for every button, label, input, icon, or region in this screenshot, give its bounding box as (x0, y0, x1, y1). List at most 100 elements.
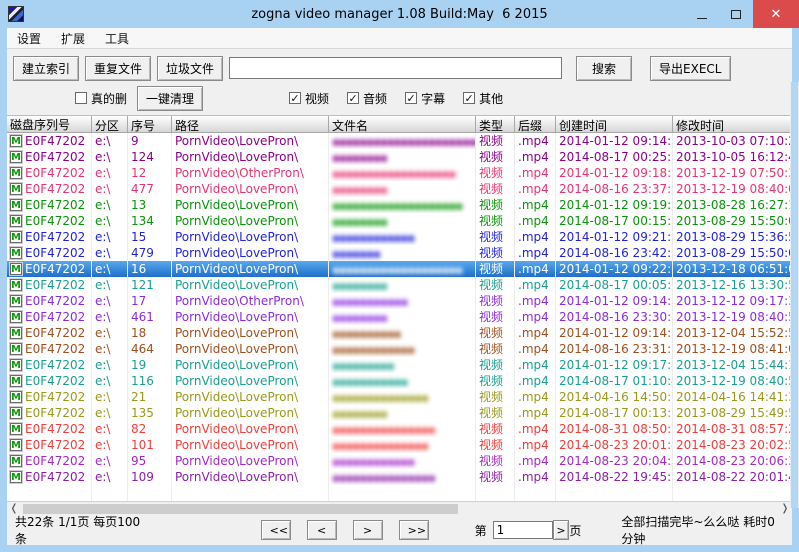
table-row[interactable]: ME0F47202e:\12PornVideo\OtherPron\●●●●●●… (7, 165, 792, 181)
menu-settings[interactable]: 设置 (7, 28, 51, 49)
table-row[interactable]: ME0F47202e:\21PornVideo\LovePron\●●●●●●●… (7, 389, 792, 405)
table-row[interactable]: ME0F47202e:\477PornVideo\LovePron\●●●●●●… (7, 181, 792, 197)
filter-checkbox-3[interactable]: ✓其他 (463, 90, 503, 107)
last-page-button[interactable]: >> (399, 520, 429, 540)
table-row[interactable]: ME0F47202e:\82PornVideo\LovePron\●●●●●●●… (7, 421, 792, 437)
maximize-button[interactable] (719, 0, 753, 28)
cell-filename-censored: ●●●●●●●●●●●●●●●●●● (329, 165, 476, 181)
cell-type: 视频 (476, 373, 515, 389)
cell-modified-time: 2013-08-29 15:50:00 (673, 213, 792, 229)
table-row[interactable]: ME0F47202e:\18PornVideo\LovePron\●●●●●●●… (7, 325, 792, 341)
cell-modified-time: 2013-12-19 08:40:04 (673, 181, 792, 197)
table-row[interactable]: ME0F47202e:\135PornVideo\LovePron\●●●●●●… (7, 405, 792, 421)
cell-disk-serial: E0F47202 (25, 453, 85, 469)
table-row[interactable]: ME0F47202e:\19PornVideo\LovePron\●●●●●●●… (7, 357, 792, 373)
cell-path: PornVideo\LovePron\ (172, 197, 329, 213)
cell-disk-serial: E0F47202 (25, 197, 85, 213)
cell-partition: e:\ (92, 405, 128, 421)
cell-disk-serial: E0F47202 (25, 373, 85, 389)
cell-disk-serial: E0F47202 (25, 149, 85, 165)
go-page-button[interactable]: > (553, 520, 570, 540)
col-created[interactable]: 创建时间 (556, 116, 673, 132)
col-disk-serial[interactable]: 磁盘序列号 (7, 116, 92, 132)
duplicate-files-button[interactable]: 重复文件 (85, 56, 151, 81)
cell-extension: .mp4 (515, 389, 556, 405)
table-row[interactable]: ME0F47202e:\479PornVideo\LovePron\●●●●●●… (7, 245, 792, 261)
prev-page-button[interactable]: < (307, 520, 337, 540)
table-row[interactable]: ME0F47202e:\95PornVideo\LovePron\●●●●●●●… (7, 453, 792, 469)
table-row[interactable]: ME0F47202e:\15PornVideo\LovePron\●●●●●●●… (7, 229, 792, 245)
cell-disk-serial: E0F47202 (25, 245, 85, 261)
record-count-text: 共22条 1/1页 每页100条 (15, 513, 141, 545)
cell-filename-censored: ●●●●●●●● (329, 213, 476, 229)
col-type[interactable]: 类型 (476, 116, 515, 132)
build-index-button[interactable]: 建立索引 (13, 56, 79, 81)
file-table: 磁盘序列号 分区 序号 路径 文件名 类型 后缀 创建时间 修改时间 ME0F4… (7, 115, 792, 501)
cell-disk-serial: E0F47202 (25, 421, 85, 437)
table-row[interactable]: ME0F47202e:\124PornVideo\LovePron\●●●●●●… (7, 149, 792, 165)
cell-number: 464 (128, 341, 172, 357)
checkbox-icon (75, 92, 87, 104)
table-row[interactable]: ME0F47202e:\9PornVideo\LovePron\●●●●●●●●… (7, 133, 792, 149)
really-delete-checkbox[interactable]: 真的删 (75, 90, 127, 107)
col-filename[interactable]: 文件名 (329, 116, 476, 132)
table-row[interactable]: ME0F47202e:\121PornVideo\LovePron\●●●●●●… (7, 277, 792, 293)
cell-type: 视频 (476, 389, 515, 405)
table-row[interactable]: ME0F47202e:\109PornVideo\LovePron\●●●●●●… (7, 469, 792, 485)
media-file-icon: M (10, 407, 22, 419)
vertical-scrollbar-thumb[interactable] (791, 82, 798, 508)
table-row[interactable]: ME0F47202e:\116PornVideo\LovePron\●●●●●●… (7, 373, 792, 389)
first-page-button[interactable]: << (261, 520, 291, 540)
filter-checkbox-0[interactable]: ✓视频 (289, 90, 329, 107)
col-number[interactable]: 序号 (128, 116, 172, 132)
table-row[interactable]: ME0F47202e:\134PornVideo\LovePron\●●●●●●… (7, 213, 792, 229)
cell-created-time: 2014-08-17 01:10:46 (556, 373, 673, 389)
cell-created-time: 2014-01-12 09:22:06 (556, 261, 673, 277)
cell-modified-time: 2014-08-31 08:57:21 (673, 421, 792, 437)
one-click-clean-button[interactable]: 一键清理 (137, 86, 203, 111)
cell-created-time: 2014-08-23 20:04:14 (556, 453, 673, 469)
cell-modified-time: 2014-08-23 20:02:52 (673, 437, 792, 453)
table-row[interactable]: ME0F47202e:\16PornVideo\LovePron\●●●●●●●… (7, 261, 792, 277)
close-button[interactable]: ✕ (753, 0, 799, 28)
search-button[interactable]: 搜索 (576, 56, 632, 81)
cell-created-time: 2014-08-17 00:13:30 (556, 405, 673, 421)
censored-blob: ●●●●●●●●● (332, 362, 394, 372)
cell-path: PornVideo\LovePron\ (172, 405, 329, 421)
table-row[interactable]: ME0F47202e:\13PornVideo\LovePron\●●●●●●●… (7, 197, 792, 213)
cell-path: PornVideo\LovePron\ (172, 309, 329, 325)
junk-files-button[interactable]: 垃圾文件 (157, 56, 223, 81)
menu-extensions[interactable]: 扩展 (51, 28, 95, 49)
censored-blob: ●●●●●●●●●●●●●●●●●●● (332, 266, 462, 276)
cell-type: 视频 (476, 405, 515, 421)
filter-label: 其他 (479, 90, 503, 107)
col-partition[interactable]: 分区 (92, 116, 128, 132)
cell-created-time: 2014-01-12 09:14:54 (556, 133, 673, 149)
cell-type: 视频 (476, 357, 515, 373)
col-path[interactable]: 路径 (172, 116, 329, 132)
filter-checkbox-2[interactable]: ✓字幕 (405, 90, 445, 107)
cell-type: 视频 (476, 181, 515, 197)
table-row[interactable]: ME0F47202e:\17PornVideo\OtherPron\●●●●●●… (7, 293, 792, 309)
cell-partition: e:\ (92, 149, 128, 165)
scrollbar-thumb[interactable] (23, 504, 458, 514)
menu-tools[interactable]: 工具 (95, 28, 139, 49)
table-row[interactable]: ME0F47202e:\101PornVideo\LovePron\●●●●●●… (7, 437, 792, 453)
cell-type: 视频 (476, 133, 515, 149)
table-row[interactable]: ME0F47202e:\464PornVideo\LovePron\●●●●●●… (7, 341, 792, 357)
minimize-button[interactable] (685, 0, 719, 28)
title-bar[interactable]: zogna video manager 1.08 Build:May 6 201… (0, 0, 799, 28)
table-row[interactable]: ME0F47202e:\461PornVideo\LovePron\●●●●●●… (7, 309, 792, 325)
col-extension[interactable]: 后缀 (515, 116, 556, 132)
page-number-input[interactable] (493, 521, 553, 539)
cell-number: 16 (128, 261, 172, 277)
vertical-scrollbar[interactable] (790, 82, 799, 508)
next-page-button[interactable]: > (353, 520, 383, 540)
col-modified[interactable]: 修改时间 (673, 116, 792, 132)
filter-checkbox-1[interactable]: ✓音频 (347, 90, 387, 107)
cell-modified-time: 2013-12-04 15:44:10 (673, 357, 792, 373)
cell-path: PornVideo\LovePron\ (172, 213, 329, 229)
search-input[interactable] (229, 57, 562, 79)
export-excel-button[interactable]: 导出EXECL (650, 56, 730, 81)
censored-blob: ●●●●●●●●●●●●●●●●●●●●●●●●● (332, 138, 476, 148)
